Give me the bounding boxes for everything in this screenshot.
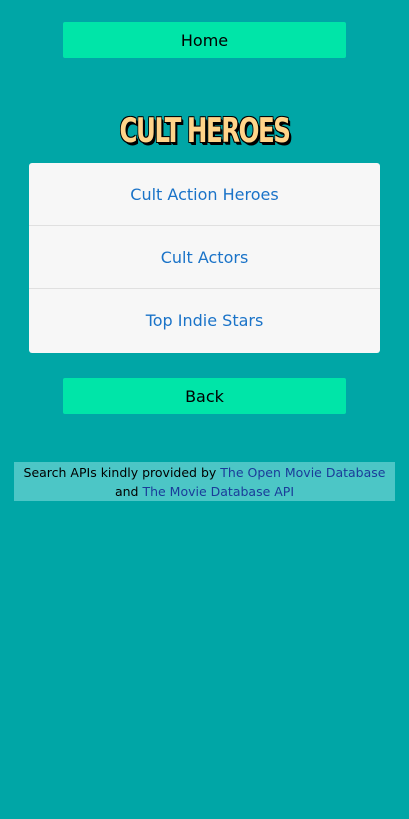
home-button-label: Home [180,30,229,50]
menu-item-label: Cult Action Heroes [130,184,279,204]
menu-item-label: Cult Actors [160,247,249,267]
api-credits: Search APIs kindly provided by The Open … [14,462,395,501]
credits-prefix: Search APIs kindly provided by [23,465,217,480]
credits-connector: and [114,484,139,499]
tmdb-link[interactable]: The Movie Database API [142,484,294,499]
menu-list: Cult Action Heroes Cult Actors Top Indie… [29,163,380,353]
omdb-link[interactable]: The Open Movie Database [220,465,385,480]
menu-item-cult-actors[interactable]: Cult Actors [29,226,380,289]
back-button[interactable]: Back [63,378,346,414]
menu-item-top-indie-stars[interactable]: Top Indie Stars [29,289,380,352]
page-title: CULT HEROES [119,111,290,151]
menu-item-label: Top Indie Stars [145,311,264,330]
menu-item-cult-action-heroes[interactable]: Cult Action Heroes [29,163,380,226]
home-button[interactable]: Home [63,22,346,58]
back-button-label: Back [185,386,224,406]
